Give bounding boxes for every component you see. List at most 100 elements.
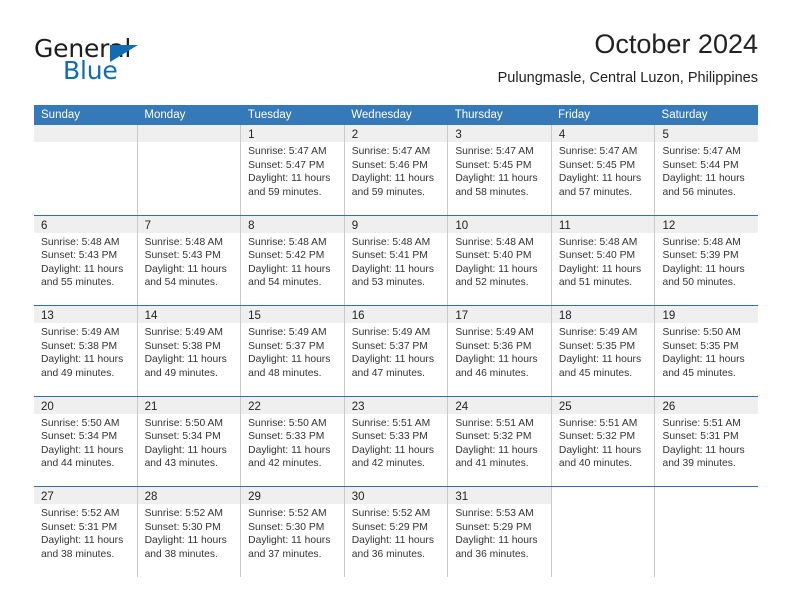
sunset-text: Sunset: 5:38 PM — [144, 340, 221, 352]
day-number-band: 10 — [448, 215, 551, 233]
calendar-day-cell-empty — [655, 487, 759, 577]
calendar-day-cell[interactable]: 14 Sunrise: 5:49 AM Sunset: 5:38 PM Dayligh… — [137, 306, 242, 396]
calendar-day-cell[interactable]: 28 Sunrise: 5:52 AM Sunset: 5:30 PM Dayligh… — [137, 487, 242, 577]
day-number-band: 4 — [551, 125, 655, 142]
daylight-text-line2: and 46 minutes. — [455, 367, 529, 379]
sunrise-text: Sunrise: 5:51 AM — [455, 417, 534, 429]
calendar-page: General Blue October 2024 Pulungmasle, C… — [0, 0, 792, 612]
calendar-day-cell[interactable]: 9 Sunrise: 5:48 AM Sunset: 5:41 PM Daylight… — [344, 215, 449, 305]
day-details: Sunrise: 5:50 AM Sunset: 5:34 PM Daylight:… — [138, 414, 241, 471]
calendar-day-cell[interactable]: 4 Sunrise: 5:47 AM Sunset: 5:45 PM Daylight… — [551, 125, 656, 215]
calendar-day-cell[interactable]: 12 Sunrise: 5:48 AM Sunset: 5:39 PM Dayligh… — [655, 215, 759, 305]
calendar-day-cell[interactable]: 17 Sunrise: 5:49 AM Sunset: 5:36 PM Dayligh… — [448, 306, 552, 396]
calendar-day-cell[interactable]: 15 Sunrise: 5:49 AM Sunset: 5:37 PM Dayligh… — [241, 306, 345, 396]
calendar-day-cell[interactable]: 1 Sunrise: 5:47 AM Sunset: 5:47 PM Daylight… — [241, 125, 345, 215]
sunrise-text: Sunrise: 5:48 AM — [41, 236, 120, 248]
daylight-text-line2: and 54 minutes. — [248, 277, 322, 289]
daylight-text-line1: Daylight: 11 hours — [455, 263, 538, 275]
daylight-text-line2: and 52 minutes. — [455, 277, 529, 289]
day-details: Sunrise: 5:47 AM Sunset: 5:47 PM Daylight:… — [241, 142, 344, 199]
calendar-day-cell[interactable]: 8 Sunrise: 5:48 AM Sunset: 5:42 PM Daylight… — [241, 215, 345, 305]
calendar-day-cell[interactable]: 27 Sunrise: 5:52 AM Sunset: 5:31 PM Dayligh… — [34, 487, 138, 577]
day-details: Sunrise: 5:52 AM Sunset: 5:30 PM Daylight:… — [241, 504, 344, 561]
daylight-text-line1: Daylight: 11 hours — [662, 444, 745, 456]
day-number-band: 22 — [241, 396, 344, 414]
calendar-day-cell[interactable]: 2 Sunrise: 5:47 AM Sunset: 5:46 PM Daylight… — [344, 125, 449, 215]
day-details: Sunrise: 5:50 AM Sunset: 5:34 PM Daylight:… — [34, 414, 137, 471]
calendar-day-cell[interactable]: 22 Sunrise: 5:50 AM Sunset: 5:33 PM Dayligh… — [241, 396, 345, 486]
calendar-day-cell-empty — [551, 487, 656, 577]
daylight-text-line1: Daylight: 11 hours — [558, 263, 642, 275]
calendar-day-cell[interactable]: 5 Sunrise: 5:47 AM Sunset: 5:44 PM Daylight… — [655, 125, 759, 215]
calendar-day-cell[interactable]: 26 Sunrise: 5:51 AM Sunset: 5:31 PM Dayligh… — [655, 396, 759, 486]
day-number-band: 11 — [551, 215, 655, 233]
daylight-text-line1: Daylight: 11 hours — [248, 354, 331, 366]
sunset-text: Sunset: 5:36 PM — [455, 340, 532, 352]
calendar-day-cell[interactable]: 30 Sunrise: 5:52 AM Sunset: 5:29 PM Dayligh… — [344, 487, 449, 577]
calendar-day-cell[interactable]: 11 Sunrise: 5:48 AM Sunset: 5:40 PM Dayligh… — [551, 215, 656, 305]
sunrise-text: Sunrise: 5:51 AM — [662, 417, 741, 429]
day-number-band: 23 — [344, 396, 448, 414]
calendar-day-cell[interactable]: 13 Sunrise: 5:49 AM Sunset: 5:38 PM Dayligh… — [34, 306, 138, 396]
sunset-text: Sunset: 5:34 PM — [41, 431, 118, 443]
calendar-day-cell[interactable]: 6 Sunrise: 5:48 AM Sunset: 5:43 PM Daylight… — [34, 215, 138, 305]
general-blue-logo[interactable]: General Blue — [34, 34, 254, 90]
daylight-text-line2: and 57 minutes. — [558, 186, 633, 198]
day-details: Sunrise: 5:50 AM Sunset: 5:35 PM Daylight:… — [655, 323, 758, 380]
calendar-day-cell[interactable]: 20 Sunrise: 5:50 AM Sunset: 5:34 PM Dayligh… — [34, 396, 138, 486]
day-details: Sunrise: 5:48 AM Sunset: 5:40 PM Daylight:… — [552, 233, 655, 290]
day-number: 23 — [351, 400, 365, 413]
day-details: Sunrise: 5:47 AM Sunset: 5:46 PM Daylight:… — [345, 142, 448, 199]
sunset-text: Sunset: 5:35 PM — [662, 340, 739, 352]
sunset-text: Sunset: 5:33 PM — [351, 431, 428, 443]
sunrise-text: Sunrise: 5:48 AM — [558, 236, 638, 248]
day-details: Sunrise: 5:47 AM Sunset: 5:44 PM Daylight:… — [655, 142, 758, 199]
daylight-text-line1: Daylight: 11 hours — [662, 354, 745, 366]
day-number: 28 — [144, 491, 158, 503]
daylight-text-line2: and 40 minutes. — [558, 458, 633, 470]
day-details: Sunrise: 5:48 AM Sunset: 5:41 PM Daylight:… — [345, 233, 448, 290]
day-number-band: 27 — [34, 487, 137, 504]
sunset-text: Sunset: 5:46 PM — [351, 159, 428, 171]
day-number-band: 19 — [655, 306, 759, 323]
day-number-band: 16 — [344, 306, 448, 323]
sunset-text: Sunset: 5:31 PM — [662, 431, 739, 443]
sunrise-text: Sunrise: 5:52 AM — [248, 508, 327, 519]
sunset-text: Sunset: 5:40 PM — [455, 250, 532, 262]
day-number-band: 26 — [655, 396, 759, 414]
day-number-band: 12 — [655, 215, 759, 233]
calendar-day-cell-empty — [137, 125, 242, 215]
calendar-day-cell[interactable]: 19 Sunrise: 5:50 AM Sunset: 5:35 PM Dayligh… — [655, 306, 759, 396]
daylight-text-line1: Daylight: 11 hours — [662, 263, 745, 275]
sunset-text: Sunset: 5:34 PM — [144, 431, 221, 443]
day-number-band: 21 — [137, 396, 241, 414]
calendar-week-row: 1 Sunrise: 5:47 AM Sunset: 5:47 PM Daylight… — [34, 125, 759, 215]
calendar-day-cell[interactable]: 31 Sunrise: 5:53 AM Sunset: 5:29 PM Dayligh… — [448, 487, 552, 577]
daylight-text-line2: and 49 minutes. — [41, 367, 115, 379]
calendar-day-cell[interactable]: 18 Sunrise: 5:49 AM Sunset: 5:35 PM Dayligh… — [551, 306, 656, 396]
calendar-day-cell[interactable]: 24 Sunrise: 5:51 AM Sunset: 5:32 PM Dayligh… — [448, 396, 552, 486]
sunset-text: Sunset: 5:43 PM — [144, 250, 221, 262]
calendar-day-cell[interactable]: 21 Sunrise: 5:50 AM Sunset: 5:34 PM Dayligh… — [137, 396, 242, 486]
day-number: 16 — [351, 310, 365, 322]
calendar-day-cell[interactable]: 10 Sunrise: 5:48 AM Sunset: 5:40 PM Dayligh… — [448, 215, 552, 305]
day-number-band: 2 — [344, 125, 448, 142]
calendar-day-cell[interactable]: 23 Sunrise: 5:51 AM Sunset: 5:33 PM Dayligh… — [344, 396, 449, 486]
sunrise-text: Sunrise: 5:52 AM — [144, 508, 223, 519]
day-number: 24 — [455, 400, 469, 413]
calendar-day-cell[interactable]: 16 Sunrise: 5:49 AM Sunset: 5:37 PM Dayligh… — [344, 306, 449, 396]
weekday-header-friday: Friday — [558, 109, 591, 121]
sunset-text: Sunset: 5:29 PM — [455, 521, 532, 533]
calendar-day-cell[interactable]: 7 Sunrise: 5:48 AM Sunset: 5:43 PM Daylight… — [137, 215, 242, 305]
logo-text-blue: Blue — [63, 56, 118, 85]
day-number: 10 — [455, 219, 469, 232]
daylight-text-line2: and 39 minutes. — [662, 458, 736, 470]
sunset-text: Sunset: 5:30 PM — [144, 521, 221, 533]
calendar-day-cell[interactable]: 29 Sunrise: 5:52 AM Sunset: 5:30 PM Dayligh… — [241, 487, 345, 577]
calendar-day-cell[interactable]: 25 Sunrise: 5:51 AM Sunset: 5:32 PM Dayligh… — [551, 396, 656, 486]
calendar-week-row: 27 Sunrise: 5:52 AM Sunset: 5:31 PM Dayligh… — [34, 486, 759, 577]
day-number: 14 — [144, 310, 158, 322]
calendar-day-cell[interactable]: 3 Sunrise: 5:47 AM Sunset: 5:45 PM Daylight… — [448, 125, 552, 215]
daylight-text-line1: Daylight: 11 hours — [662, 173, 745, 185]
day-details: Sunrise: 5:51 AM Sunset: 5:33 PM Daylight:… — [345, 414, 448, 471]
